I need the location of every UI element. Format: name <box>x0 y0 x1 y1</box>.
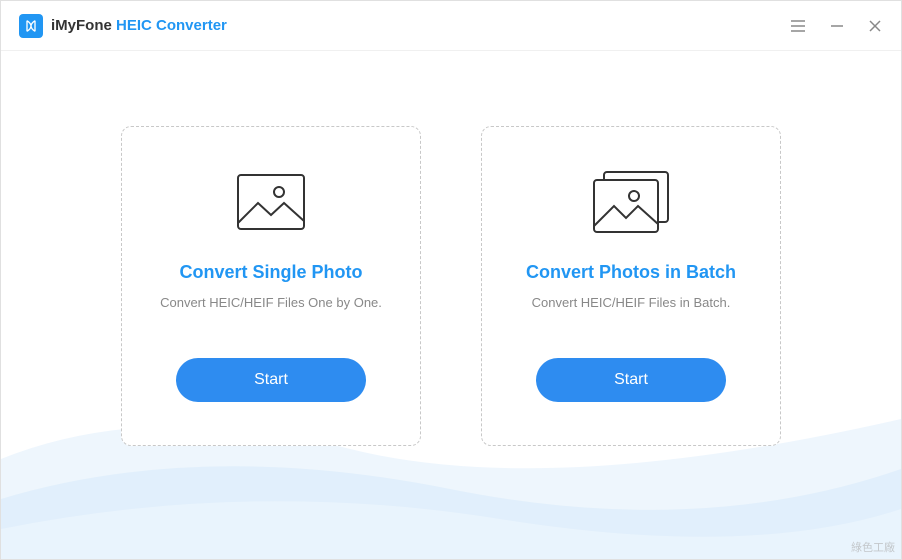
brand-name: iMyFone <box>51 17 112 34</box>
single-photo-title: Convert Single Photo <box>179 262 362 283</box>
batch-photo-title: Convert Photos in Batch <box>526 262 736 283</box>
batch-photo-icon <box>592 167 670 237</box>
minimize-icon[interactable] <box>829 18 845 34</box>
main-content: Convert Single Photo Convert HEIC/HEIF F… <box>1 51 901 446</box>
menu-icon[interactable] <box>789 17 807 35</box>
app-logo-icon <box>19 14 43 38</box>
window-controls <box>789 17 883 35</box>
header-left: iMyFone HEIC Converter <box>19 14 227 38</box>
app-title: iMyFone HEIC Converter <box>51 17 227 34</box>
batch-photo-card: Convert Photos in Batch Convert HEIC/HEI… <box>481 126 781 446</box>
single-photo-start-button[interactable]: Start <box>176 358 366 402</box>
title-bar: iMyFone HEIC Converter <box>1 1 901 51</box>
close-icon[interactable] <box>867 18 883 34</box>
single-photo-card: Convert Single Photo Convert HEIC/HEIF F… <box>121 126 421 446</box>
product-name: HEIC Converter <box>116 17 227 34</box>
batch-photo-start-button[interactable]: Start <box>536 358 726 402</box>
watermark: 綠色工廠 <box>851 539 895 555</box>
batch-photo-subtitle: Convert HEIC/HEIF Files in Batch. <box>532 295 731 310</box>
single-photo-subtitle: Convert HEIC/HEIF Files One by One. <box>160 295 382 310</box>
single-photo-icon <box>236 167 306 237</box>
